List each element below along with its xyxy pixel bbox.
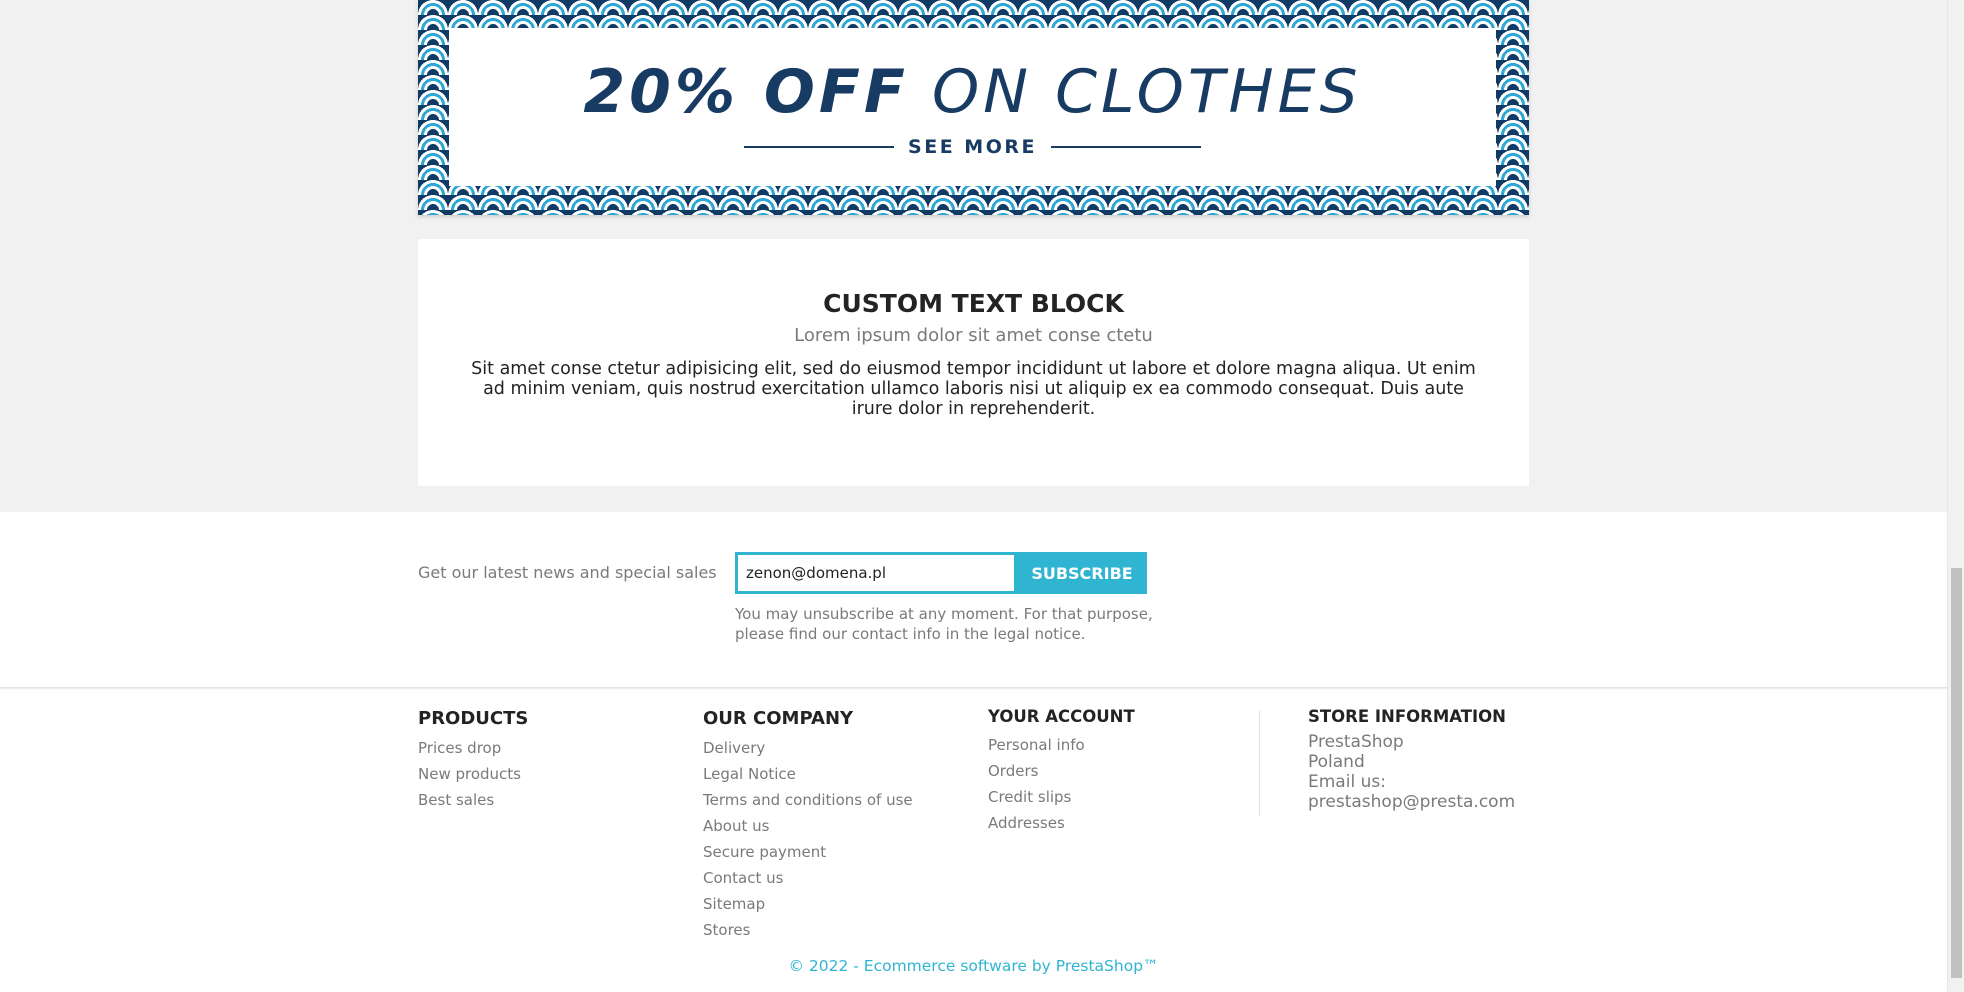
footer-company-title: OUR COMPANY xyxy=(703,708,854,729)
footer-link-personal-info[interactable]: Personal info xyxy=(988,732,1135,758)
vertical-scrollbar[interactable] xyxy=(1947,0,1964,992)
footer-account-column: YOUR ACCOUNT Personal info Orders Credit… xyxy=(988,707,1135,836)
footer-link-orders[interactable]: Orders xyxy=(988,758,1135,784)
footer-link-terms[interactable]: Terms and conditions of use xyxy=(703,787,913,813)
footer-link-addresses[interactable]: Addresses xyxy=(988,810,1135,836)
custom-text-block: CUSTOM TEXT BLOCK Lorem ipsum dolor sit … xyxy=(418,239,1529,486)
footer-link-delivery[interactable]: Delivery xyxy=(703,735,913,761)
newsletter-note: You may unsubscribe at any moment. For t… xyxy=(735,605,1153,643)
footer-company-column: OUR COMPANY Delivery Legal Notice Terms … xyxy=(703,708,913,943)
footer-link-contact-us[interactable]: Contact us xyxy=(703,865,913,891)
see-more-left-line xyxy=(744,146,895,148)
subscribe-button[interactable]: SUBSCRIBE xyxy=(1017,552,1147,594)
footer-link-new-products[interactable]: New products xyxy=(418,761,528,787)
promo-banner-title-rest: ON CLOTHES xyxy=(931,57,1362,127)
footer-store-title: STORE INFORMATION xyxy=(1308,707,1506,726)
footer-link-legal-notice[interactable]: Legal Notice xyxy=(703,761,913,787)
footer-link-best-sales[interactable]: Best sales xyxy=(418,787,528,813)
newsletter-form: SUBSCRIBE xyxy=(735,552,1147,594)
see-more-right-line xyxy=(1050,146,1201,148)
footer-link-about-us[interactable]: About us xyxy=(703,813,913,839)
promo-banner-inner: 20% OFF ON CLOTHES SEE MORE xyxy=(449,28,1496,186)
footer-link-sitemap[interactable]: Sitemap xyxy=(703,891,913,917)
store-info-divider xyxy=(1259,710,1260,816)
newsletter-email-input[interactable] xyxy=(735,552,1017,594)
footer-account-title[interactable]: YOUR ACCOUNT xyxy=(988,707,1135,726)
footer-products-column: PRODUCTS Prices drop New products Best s… xyxy=(418,708,528,813)
footer-divider xyxy=(0,687,1947,690)
footer-link-credit-slips[interactable]: Credit slips xyxy=(988,784,1135,810)
custom-text-block-subtitle: Lorem ipsum dolor sit amet conse ctetu xyxy=(794,325,1153,346)
store-country: Poland xyxy=(1308,752,1365,772)
store-email-label: Email us: xyxy=(1308,772,1386,792)
footer-link-stores[interactable]: Stores xyxy=(703,917,913,943)
footer-products-title: PRODUCTS xyxy=(418,708,529,729)
store-email-address[interactable]: prestashop@presta.com xyxy=(1308,792,1515,812)
custom-text-block-body: Sit amet conse ctetur adipisicing elit, … xyxy=(471,359,1476,419)
store-name: PrestaShop xyxy=(1308,732,1404,752)
footer-link-prices-drop[interactable]: Prices drop xyxy=(418,735,528,761)
newsletter-label: Get our latest news and special sales xyxy=(418,563,717,582)
copyright-link[interactable]: © 2022 - Ecommerce software by PrestaSho… xyxy=(0,957,1947,975)
promo-banner-title: 20% OFF ON CLOTHES xyxy=(449,62,1496,122)
promo-banner-title-bold: 20% OFF xyxy=(583,57,909,127)
page: 20% OFF ON CLOTHES SEE MORE CUSTOM TEXT … xyxy=(0,0,1947,992)
footer-store-column: STORE INFORMATION PrestaShop Poland Emai… xyxy=(1308,707,1515,812)
scrollbar-thumb[interactable] xyxy=(1951,568,1962,978)
see-more-link[interactable]: SEE MORE xyxy=(908,136,1037,158)
custom-text-block-title: CUSTOM TEXT BLOCK xyxy=(823,289,1124,318)
footer-link-secure-payment[interactable]: Secure payment xyxy=(703,839,913,865)
see-more-row: SEE MORE xyxy=(449,136,1496,158)
promo-banner[interactable]: 20% OFF ON CLOTHES SEE MORE xyxy=(418,0,1529,215)
